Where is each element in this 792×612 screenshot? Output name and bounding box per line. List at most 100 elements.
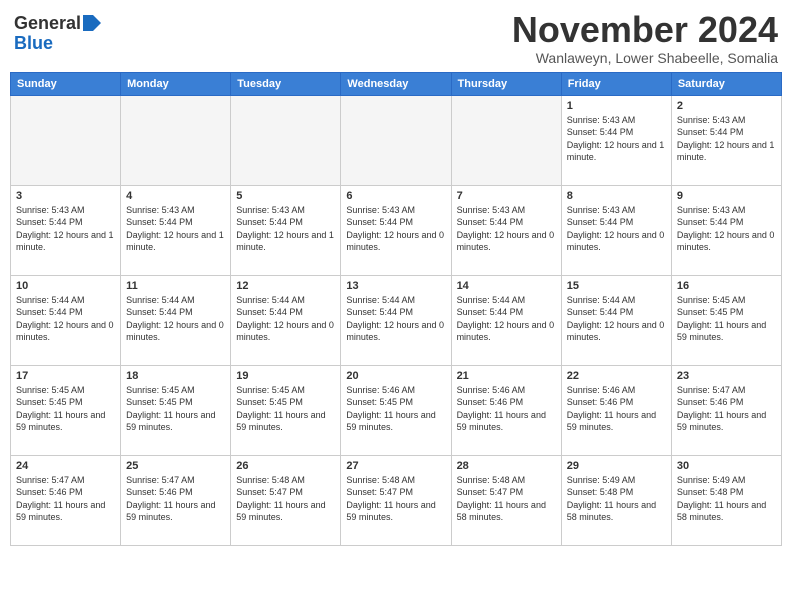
calendar-cell: 17Sunrise: 5:45 AM Sunset: 5:45 PM Dayli… — [11, 365, 121, 455]
calendar-cell: 13 Sunrise: 5:44 AM Sunset: 5:44 PM Dayli… — [341, 275, 451, 365]
day-info: Sunrise: 5:44 AM Sunset: 5:44 PM Dayligh… — [236, 294, 335, 344]
calendar-cell: 2 Sunrise: 5:43 AM Sunset: 5:44 PM Daylig… — [671, 95, 781, 185]
day-number: 7 — [457, 190, 556, 202]
calendar-week-3: 10 Sunrise: 5:44 AM Sunset: 5:44 PM Dayli… — [11, 275, 782, 365]
calendar-cell — [341, 95, 451, 185]
calendar-cell: 18 Sunrise: 5:45 AM Sunset: 5:45 PM Dayli… — [121, 365, 231, 455]
day-info: Sunrise: 5:44 AM Sunset: 5:44 PM Dayligh… — [567, 294, 666, 344]
calendar-cell: 5 Sunrise: 5:43 AM Sunset: 5:44 PM Daylig… — [231, 185, 341, 275]
calendar-table: SundayMondayTuesdayWednesdayThursdayFrid… — [10, 72, 782, 546]
calendar-cell: 28 Sunrise: 5:48 AM Sunset: 5:47 PM Dayli… — [451, 455, 561, 545]
day-number: 28 — [457, 460, 556, 472]
calendar-cell: 21 Sunrise: 5:46 AM Sunset: 5:46 PM Dayli… — [451, 365, 561, 455]
calendar-cell: 3Sunrise: 5:43 AM Sunset: 5:44 PM Daylig… — [11, 185, 121, 275]
calendar-cell: 8 Sunrise: 5:43 AM Sunset: 5:44 PM Daylig… — [561, 185, 671, 275]
day-number: 14 — [457, 280, 556, 292]
day-number: 4 — [126, 190, 225, 202]
day-number: 19 — [236, 370, 335, 382]
day-header-tuesday: Tuesday — [231, 72, 341, 95]
day-number: 29 — [567, 460, 666, 472]
day-number: 22 — [567, 370, 666, 382]
calendar-cell: 4Sunrise: 5:43 AM Sunset: 5:44 PM Daylig… — [121, 185, 231, 275]
day-number: 2 — [677, 100, 776, 112]
day-info: Sunrise: 5:45 AM Sunset: 5:45 PM Dayligh… — [677, 294, 776, 344]
day-info: Sunrise: 5:45 AM Sunset: 5:45 PM Dayligh… — [126, 384, 225, 434]
calendar-cell — [451, 95, 561, 185]
day-info: Sunrise: 5:44 AM Sunset: 5:44 PM Dayligh… — [126, 294, 225, 344]
day-info: Sunrise: 5:47 AM Sunset: 5:46 PM Dayligh… — [677, 384, 776, 434]
page-header: General Blue November 2024 Wanlaweyn, Lo… — [10, 10, 782, 66]
day-info: Sunrise: 5:46 AM Sunset: 5:46 PM Dayligh… — [457, 384, 556, 434]
day-info: Sunrise: 5:44 AM Sunset: 5:44 PM Dayligh… — [457, 294, 556, 344]
calendar-week-4: 17 Sunrise: 5:45 AM Sunset: 5:45 PM Dayli… — [11, 365, 782, 455]
month-title: November 2024 — [512, 10, 778, 50]
day-info: Sunrise: 5:44 AM Sunset: 5:44 PM Dayligh… — [16, 294, 115, 344]
day-info: Sunrise: 5:47 AM Sunset: 5:46 PM Dayligh… — [16, 474, 115, 524]
day-info: Sunrise: 5:47 AM Sunset: 5:46 PM Dayligh… — [126, 474, 225, 524]
day-info: Sunrise: 5:43 AM Sunset: 5:44 PM Dayligh… — [677, 114, 776, 164]
day-info: Sunrise: 5:48 AM Sunset: 5:47 PM Dayligh… — [457, 474, 556, 524]
day-number: 1 — [567, 100, 666, 112]
day-number: 30 — [677, 460, 776, 472]
calendar-header-row: SundayMondayTuesdayWednesdayThursdayFrid… — [11, 72, 782, 95]
calendar-cell: 7 Sunrise: 5:43 AM Sunset: 5:44 PM Daylig… — [451, 185, 561, 275]
day-number: 17 — [16, 370, 115, 382]
calendar-week-1: 1 Sunrise: 5:43 AM Sunset: 5:44 PM Daylig… — [11, 95, 782, 185]
calendar-cell: 27 Sunrise: 5:48 AM Sunset: 5:47 PM Dayli… — [341, 455, 451, 545]
day-number: 9 — [677, 190, 776, 202]
day-info: Sunrise: 5:49 AM Sunset: 5:48 PM Dayligh… — [677, 474, 776, 524]
day-info: Sunrise: 5:49 AM Sunset: 5:48 PM Dayligh… — [567, 474, 666, 524]
day-info: Sunrise: 5:45 AM Sunset: 5:45 PM Dayligh… — [236, 384, 335, 434]
day-header-sunday: Sunday — [11, 72, 121, 95]
day-number: 23 — [677, 370, 776, 382]
location-title: Wanlaweyn, Lower Shabeelle, Somalia — [512, 50, 778, 66]
day-number: 26 — [236, 460, 335, 472]
logo-blue-text: Blue — [14, 34, 53, 54]
day-info: Sunrise: 5:44 AM Sunset: 5:44 PM Dayligh… — [346, 294, 445, 344]
calendar-cell: 9 Sunrise: 5:43 AM Sunset: 5:44 PM Daylig… — [671, 185, 781, 275]
calendar-week-5: 24 Sunrise: 5:47 AM Sunset: 5:46 PM Dayli… — [11, 455, 782, 545]
day-number: 12 — [236, 280, 335, 292]
day-header-saturday: Saturday — [671, 72, 781, 95]
day-number: 16 — [677, 280, 776, 292]
calendar-cell: 1 Sunrise: 5:43 AM Sunset: 5:44 PM Daylig… — [561, 95, 671, 185]
day-info: Sunrise: 5:43 AM Sunset: 5:44 PM Dayligh… — [457, 204, 556, 254]
day-number: 6 — [346, 190, 445, 202]
calendar-cell: 15 Sunrise: 5:44 AM Sunset: 5:44 PM Dayli… — [561, 275, 671, 365]
day-number: 15 — [567, 280, 666, 292]
day-info: Sunrise: 5:48 AM Sunset: 5:47 PM Dayligh… — [346, 474, 445, 524]
day-info: Sunrise: 5:43 AM Sunset: 5:44 PM Dayligh… — [236, 204, 335, 254]
calendar-cell: 16 Sunrise: 5:45 AM Sunset: 5:45 PM Dayli… — [671, 275, 781, 365]
day-number: 27 — [346, 460, 445, 472]
day-number: 11 — [126, 280, 225, 292]
calendar-cell: 20Sunrise: 5:46 AM Sunset: 5:45 PM Dayli… — [341, 365, 451, 455]
logo-icon — [83, 15, 101, 31]
title-section: November 2024 Wanlaweyn, Lower Shabeelle… — [512, 10, 778, 66]
calendar-cell: 23 Sunrise: 5:47 AM Sunset: 5:46 PM Dayli… — [671, 365, 781, 455]
day-number: 8 — [567, 190, 666, 202]
calendar-cell — [11, 95, 121, 185]
day-info: Sunrise: 5:43 AM Sunset: 5:44 PM Dayligh… — [346, 204, 445, 254]
day-number: 10 — [16, 280, 115, 292]
day-number: 20 — [346, 370, 445, 382]
day-number: 5 — [236, 190, 335, 202]
day-number: 24 — [16, 460, 115, 472]
calendar-cell: 10 Sunrise: 5:44 AM Sunset: 5:44 PM Dayli… — [11, 275, 121, 365]
calendar-cell: 22 Sunrise: 5:46 AM Sunset: 5:46 PM Dayli… — [561, 365, 671, 455]
calendar-cell: 12 Sunrise: 5:44 AM Sunset: 5:44 PM Dayli… — [231, 275, 341, 365]
day-info: Sunrise: 5:43 AM Sunset: 5:44 PM Dayligh… — [567, 204, 666, 254]
day-info: Sunrise: 5:46 AM Sunset: 5:46 PM Dayligh… — [567, 384, 666, 434]
calendar-cell — [121, 95, 231, 185]
day-number: 18 — [126, 370, 225, 382]
day-header-thursday: Thursday — [451, 72, 561, 95]
calendar-cell: 11 Sunrise: 5:44 AM Sunset: 5:44 PM Dayli… — [121, 275, 231, 365]
logo-general-text: General — [14, 14, 81, 34]
calendar-week-2: 3Sunrise: 5:43 AM Sunset: 5:44 PM Daylig… — [11, 185, 782, 275]
day-info: Sunrise: 5:43 AM Sunset: 5:44 PM Dayligh… — [677, 204, 776, 254]
calendar-cell: 30 Sunrise: 5:49 AM Sunset: 5:48 PM Dayli… — [671, 455, 781, 545]
day-number: 21 — [457, 370, 556, 382]
day-number: 13 — [346, 280, 445, 292]
logo: General Blue — [14, 14, 101, 54]
calendar-cell: 24 Sunrise: 5:47 AM Sunset: 5:46 PM Dayli… — [11, 455, 121, 545]
day-info: Sunrise: 5:43 AM Sunset: 5:44 PM Dayligh… — [567, 114, 666, 164]
